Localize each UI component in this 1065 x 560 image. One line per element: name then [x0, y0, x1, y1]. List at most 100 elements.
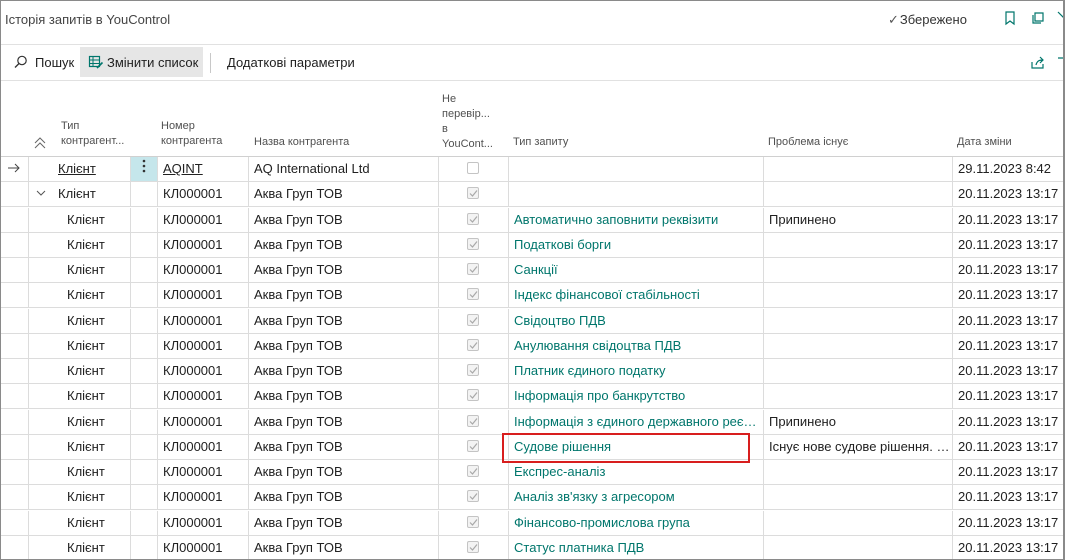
checkbox-checked[interactable]	[467, 238, 479, 250]
checkbox-checked[interactable]	[467, 288, 479, 300]
cell-number[interactable]: КЛ000001	[157, 208, 248, 232]
checkbox-checked[interactable]	[467, 389, 479, 401]
cell-type[interactable]: Клієнт	[52, 157, 130, 181]
row-expand-cell[interactable]	[28, 182, 52, 206]
checkbox-checked[interactable]	[467, 490, 479, 502]
cell-request-type[interactable]: Інформація про банкрутство	[508, 384, 763, 408]
cell-type[interactable]: Клієнт	[52, 182, 130, 206]
header-problem[interactable]: Проблема існує	[768, 135, 848, 150]
cell-request-type[interactable]: Фінансово-промислова група	[508, 511, 763, 535]
header-request-type[interactable]: Тип запиту	[513, 135, 568, 150]
cell-name[interactable]: Аква Груп ТОВ	[248, 258, 438, 282]
table-row[interactable]: Клієнт КЛ000001 Аква Груп ТОВ Платник єдино…	[1, 359, 1063, 384]
table-row[interactable]: Клієнт КЛ000001 Аква Груп ТОВ Анулювання св…	[1, 334, 1063, 359]
cell-name[interactable]: Аква Груп ТОВ	[248, 233, 438, 257]
cell-request-type[interactable]: Статус платника ПДВ	[508, 536, 763, 559]
open-new-window-icon[interactable]	[1029, 9, 1047, 27]
cell-name[interactable]: Аква Груп ТОВ	[248, 384, 438, 408]
cell-name[interactable]: Аква Груп ТОВ	[248, 485, 438, 509]
cell-number[interactable]: КЛ000001	[157, 309, 248, 333]
cell-request-type[interactable]: Інформація з єдиного державного реєст...	[508, 410, 763, 434]
filter-icon[interactable]	[1055, 54, 1063, 72]
cell-number[interactable]: КЛ000001	[157, 435, 248, 459]
cell-name[interactable]: Аква Груп ТОВ	[248, 536, 438, 559]
cell-request-type[interactable]: Анулювання свідоцтва ПДВ	[508, 334, 763, 358]
more-params-button[interactable]: Додаткові параметри	[221, 47, 361, 77]
cell-type[interactable]: Клієнт	[52, 208, 130, 232]
header-name[interactable]: Назва контрагента	[254, 135, 349, 150]
cell-number[interactable]: AQINT	[157, 157, 248, 181]
cell-request-type[interactable]: Автоматично заповнити реквізити	[508, 208, 763, 232]
table-row[interactable]: Клієнт КЛ000001 Аква Груп ТОВ Свідоцтво ПДВ…	[1, 309, 1063, 334]
checkbox-checked[interactable]	[467, 314, 479, 326]
checkbox-checked[interactable]	[467, 415, 479, 427]
cell-type[interactable]: Клієнт	[52, 359, 130, 383]
cell-number[interactable]: КЛ000001	[157, 182, 248, 206]
cell-name[interactable]: Аква Груп ТОВ	[248, 435, 438, 459]
checkbox-checked[interactable]	[467, 339, 479, 351]
cell-request-type[interactable]: Аналіз зв'язку з агресором	[508, 485, 763, 509]
cell-name[interactable]: Аква Груп ТОВ	[248, 460, 438, 484]
cell-name[interactable]: Аква Груп ТОВ	[248, 208, 438, 232]
collapse-icon[interactable]	[1055, 9, 1063, 27]
cell-request-type[interactable]: Експрес-аналіз	[508, 460, 763, 484]
search-button[interactable]: Пошук	[7, 47, 77, 77]
cell-request-type[interactable]: Санкції	[508, 258, 763, 282]
table-row[interactable]: Клієнт КЛ000001 Аква Груп ТОВ 20.11.2023 13…	[1, 182, 1063, 207]
cell-type[interactable]: Клієнт	[52, 334, 130, 358]
cell-request-type[interactable]	[508, 157, 763, 181]
header-number[interactable]: Номер контрагента	[161, 119, 222, 149]
cell-request-type[interactable]: Податкові борги	[508, 233, 763, 257]
cell-type[interactable]: Клієнт	[52, 283, 130, 307]
cell-number[interactable]: КЛ000001	[157, 460, 248, 484]
cell-number[interactable]: КЛ000001	[157, 258, 248, 282]
table-row[interactable]: Клієнт КЛ000001 Аква Груп ТОВ Статус платни…	[1, 536, 1063, 559]
cell-type[interactable]: Клієнт	[52, 460, 130, 484]
bookmark-icon[interactable]	[1001, 9, 1019, 27]
checkbox-checked[interactable]	[467, 263, 479, 275]
cell-type[interactable]: Клієнт	[52, 536, 130, 559]
cell-type[interactable]: Клієнт	[52, 485, 130, 509]
checkbox-checked[interactable]	[467, 541, 479, 553]
checkbox-checked[interactable]	[467, 516, 479, 528]
table-row[interactable]: Клієнт КЛ000001 Аква Груп ТОВ Експрес-аналі…	[1, 460, 1063, 485]
table-row[interactable]: Клієнт КЛ000001 Аква Груп ТОВ Фінансово-про…	[1, 511, 1063, 536]
cell-number[interactable]: КЛ000001	[157, 283, 248, 307]
table-row[interactable]: Клієнт AQINT AQ International Ltd 29.11.202…	[1, 157, 1063, 182]
header-date[interactable]: Дата зміни	[957, 135, 1012, 150]
cell-request-type[interactable]: Свідоцтво ПДВ	[508, 309, 763, 333]
checkbox-checked[interactable]	[467, 364, 479, 376]
cell-request-type[interactable]	[508, 182, 763, 206]
cell-name[interactable]: Аква Груп ТОВ	[248, 182, 438, 206]
checkbox-checked[interactable]	[467, 213, 479, 225]
cell-number[interactable]: КЛ000001	[157, 485, 248, 509]
cell-name[interactable]: Аква Груп ТОВ	[248, 410, 438, 434]
cell-type[interactable]: Клієнт	[52, 410, 130, 434]
cell-number[interactable]: КЛ000001	[157, 359, 248, 383]
cell-name[interactable]: Аква Груп ТОВ	[248, 309, 438, 333]
cell-name[interactable]: AQ International Ltd	[248, 157, 438, 181]
cell-name[interactable]: Аква Груп ТОВ	[248, 359, 438, 383]
header-type[interactable]: Тип контрагент...	[61, 119, 124, 149]
table-row[interactable]: Клієнт КЛ000001 Аква Груп ТОВ Автоматично з…	[1, 208, 1063, 233]
cell-number[interactable]: КЛ000001	[157, 536, 248, 559]
cell-type[interactable]: Клієнт	[52, 233, 130, 257]
table-row[interactable]: Клієнт КЛ000001 Аква Груп ТОВ Індекс фінанс…	[1, 283, 1063, 308]
table-row[interactable]: Клієнт КЛ000001 Аква Груп ТОВ Аналіз зв'язк…	[1, 485, 1063, 510]
row-menu-cell[interactable]	[130, 157, 157, 181]
table-row[interactable]: Клієнт КЛ000001 Аква Груп ТОВ Інформація з …	[1, 410, 1063, 435]
cell-type[interactable]: Клієнт	[52, 258, 130, 282]
cell-name[interactable]: Аква Груп ТОВ	[248, 511, 438, 535]
table-row[interactable]: Клієнт КЛ000001 Аква Груп ТОВ Санкції 20.11.…	[1, 258, 1063, 283]
chevron-down-icon[interactable]	[35, 186, 47, 201]
checkbox-unchecked[interactable]	[467, 162, 479, 174]
cell-request-type[interactable]: Платник єдиного податку	[508, 359, 763, 383]
more-options-icon[interactable]	[142, 159, 146, 176]
cell-type[interactable]: Клієнт	[52, 435, 130, 459]
sort-ascending-icon[interactable]	[34, 136, 46, 149]
cell-type[interactable]: Клієнт	[52, 309, 130, 333]
checkbox-checked[interactable]	[467, 465, 479, 477]
header-unverified[interactable]: Не перевір... в YouCont...	[442, 92, 493, 152]
cell-number[interactable]: КЛ000001	[157, 511, 248, 535]
cell-number[interactable]: КЛ000001	[157, 233, 248, 257]
